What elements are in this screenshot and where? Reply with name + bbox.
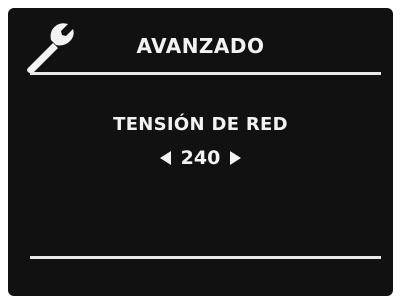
left-arrow-icon[interactable] — [159, 151, 171, 165]
header-divider — [30, 72, 381, 75]
setting-label: TENSIÓN DE RED — [113, 114, 288, 135]
right-arrow-icon[interactable] — [230, 151, 242, 165]
footer-divider — [30, 256, 381, 259]
page-title: AVANZADO — [136, 34, 265, 58]
display-screen: AVANZADO TENSIÓN DE RED 240 — [8, 8, 393, 296]
value-selector: 240 — [8, 147, 393, 169]
setting-value: 240 — [180, 147, 221, 169]
